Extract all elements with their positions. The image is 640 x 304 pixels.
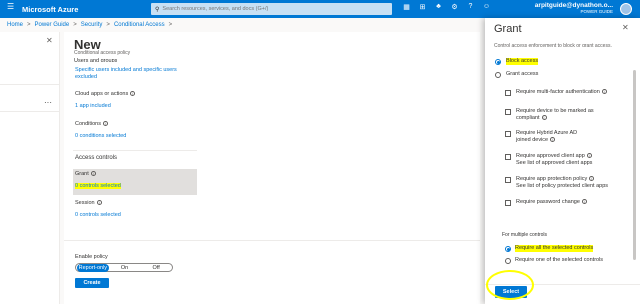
divider — [73, 150, 197, 151]
breadcrumb-separator: > — [27, 22, 31, 28]
require-one-label: Require one of the selected controls — [515, 257, 604, 263]
info-icon[interactable]: i — [130, 91, 136, 97]
scrollbar-thumb[interactable] — [633, 70, 636, 260]
cloud-apps-value-link[interactable]: 1 app included — [75, 103, 111, 109]
users-and-groups-label: Users and groups — [74, 58, 118, 62]
toggle-on[interactable]: On — [109, 265, 141, 271]
conditions-value-link[interactable]: 0 conditions selected — [75, 133, 126, 139]
info-icon[interactable]: i — [589, 176, 595, 182]
grant-value-link[interactable]: 0 controls selected — [75, 183, 121, 189]
help-icon[interactable]: ? — [466, 3, 475, 11]
multiple-controls-label: For multiple controls — [502, 232, 548, 238]
directory-filter-icon[interactable]: ⊞ — [418, 3, 427, 11]
grant-label: Grant i — [75, 171, 96, 177]
breadcrumb-separator: > — [168, 22, 173, 28]
search-icon: ⚲ — [155, 6, 160, 13]
info-icon[interactable]: i — [601, 89, 607, 95]
divider — [0, 84, 60, 85]
access-controls-heading: Access controls — [75, 155, 118, 161]
info-icon[interactable]: i — [581, 199, 587, 205]
enable-policy-toggle[interactable]: Report-only On Off — [75, 263, 173, 272]
top-icons: ▦ ⊞ ♣ ⚙ ? ☺ — [402, 3, 491, 11]
users-value-link[interactable]: Specific users included and specific use… — [75, 67, 195, 81]
require-one-radio[interactable] — [505, 258, 511, 264]
compliant-device-label: Require device to be marked as compliant… — [516, 108, 594, 121]
top-bar: ☰ Microsoft Azure ⚲ ▦ ⊞ ♣ ⚙ ? ☺ arpitgui… — [0, 0, 640, 18]
require-all-radio[interactable] — [505, 246, 511, 252]
search-input[interactable] — [162, 6, 383, 12]
toggle-report-only[interactable]: Report-only — [77, 263, 109, 272]
block-access-label: Block access — [506, 58, 539, 65]
approved-app-label: Require approved client app i — [516, 153, 592, 160]
highlight-annotation — [486, 270, 534, 300]
grant-access-label: Grant access — [506, 71, 539, 77]
grant-panel: Grant ✕ Control access enforcement to bl… — [485, 18, 640, 304]
create-button[interactable]: Create — [75, 278, 109, 288]
breadcrumb-security[interactable]: Security — [81, 22, 103, 28]
close-icon[interactable]: ✕ — [622, 23, 629, 32]
breadcrumb-separator: > — [106, 22, 110, 28]
require-all-label: Require all the selected controls — [515, 245, 594, 252]
notifications-icon[interactable]: ♣ — [434, 3, 443, 11]
divider — [64, 240, 480, 241]
more-icon[interactable]: ··· — [44, 98, 52, 107]
password-change-checkbox[interactable] — [505, 200, 511, 206]
hybrid-joined-checkbox[interactable] — [505, 131, 511, 137]
page-subtitle: Conditional access policy — [74, 50, 131, 56]
settings-icon[interactable]: ⚙ — [450, 3, 459, 11]
app-protection-link[interactable]: See list of policy protected client apps — [516, 183, 608, 190]
cloud-shell-icon[interactable]: ▦ — [402, 3, 411, 11]
enable-policy-label: Enable policy — [75, 254, 108, 260]
info-icon[interactable]: i — [550, 137, 556, 143]
breadcrumb-separator: > — [73, 22, 77, 28]
divider — [0, 111, 60, 112]
brand-name[interactable]: Microsoft Azure — [0, 5, 120, 14]
breadcrumb-power-guide[interactable]: Power Guide — [35, 22, 70, 28]
content-blade — [202, 32, 480, 304]
session-value-link[interactable]: 0 controls selected — [75, 212, 121, 218]
app-protection-checkbox[interactable] — [505, 177, 511, 183]
left-panel: ✕ ··· — [0, 32, 60, 304]
block-access-radio[interactable] — [495, 59, 501, 65]
close-icon[interactable]: ✕ — [46, 36, 53, 45]
user-name: arpitguide@dynathon.o... — [534, 2, 613, 9]
grant-panel-title: Grant — [494, 23, 522, 35]
breadcrumb: Home > Power Guide > Security > Conditio… — [7, 22, 172, 28]
compliant-device-checkbox[interactable] — [505, 109, 511, 115]
conditions-label: Conditions i — [75, 121, 108, 127]
info-icon[interactable]: i — [90, 171, 96, 177]
grant-access-radio[interactable] — [495, 72, 501, 78]
hybrid-joined-label: Require Hybrid Azure AD joined device i — [516, 130, 578, 143]
info-icon[interactable]: i — [103, 121, 108, 127]
mfa-checkbox[interactable] — [505, 90, 511, 96]
approved-app-checkbox[interactable] — [505, 154, 511, 160]
toggle-off[interactable]: Off — [140, 265, 172, 271]
avatar[interactable] — [620, 3, 632, 15]
breadcrumb-conditional-access[interactable]: Conditional Access — [114, 22, 165, 28]
search-box[interactable]: ⚲ — [151, 3, 392, 15]
password-change-label: Require password change i — [516, 199, 587, 206]
info-icon[interactable]: i — [586, 153, 592, 159]
breadcrumb-home[interactable]: Home — [7, 22, 23, 28]
cloud-apps-label: Cloud apps or actions i — [75, 91, 136, 97]
account-info[interactable]: arpitguide@dynathon.o... POWER GUIDE — [535, 2, 613, 14]
feedback-icon[interactable]: ☺ — [482, 3, 491, 11]
session-label: Session i — [75, 200, 102, 206]
mfa-label: Require multi-factor authentication i — [516, 89, 607, 96]
info-icon[interactable]: i — [541, 115, 547, 121]
approved-app-link[interactable]: See list of approved client apps — [516, 160, 592, 167]
grant-description: Control access enforcement to block or g… — [494, 43, 612, 47]
app-protection-label: Require app protection policy i — [516, 176, 595, 183]
user-directory: POWER GUIDE — [580, 9, 613, 14]
info-icon[interactable]: i — [96, 200, 102, 206]
scrollbar[interactable] — [633, 68, 637, 280]
